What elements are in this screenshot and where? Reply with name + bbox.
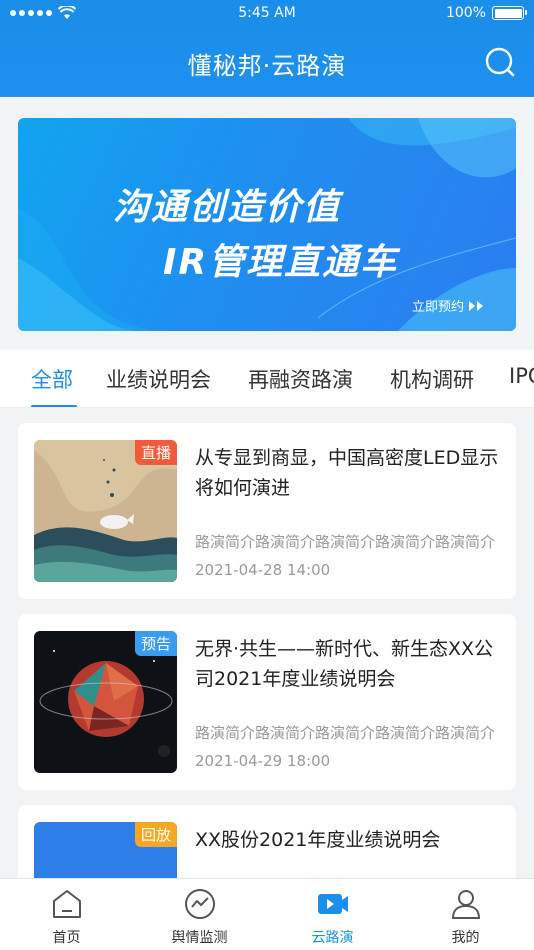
event-title: XX股份2021年度业绩说明会 (195, 829, 441, 851)
status-bar: 5:45 AM 100% (0, 0, 534, 28)
event-thumbnail: 直播 (34, 440, 177, 582)
promo-banner[interactable]: 沟通创造价值 IR管理直通车 立即预约 (18, 118, 516, 331)
event-title: 从专显到商显，中国高密度LED显示将如何演进 (195, 447, 499, 499)
page-title: 懂秘邦·云路演 (187, 52, 347, 80)
event-date: 2021-04-29 18:00 (195, 752, 331, 770)
event-description: 路演简介路演简介路演简介路演简介路演简介 (195, 724, 495, 742)
bottom-navigation: 首页 舆情监测 云路演 我的 (0, 878, 534, 950)
nav-label: 舆情监测 (171, 930, 228, 946)
status-badge: 预告 (134, 631, 177, 656)
event-description: 路演简介路演简介路演简介路演简介路演简介 (195, 533, 495, 551)
event-card[interactable]: 直播 从专显到商显，中国高密度LED显示将如何演进 路演简介路演简介路演简介路演… (18, 423, 516, 599)
banner-headline-1: 沟通创造价值 (113, 187, 342, 228)
battery-area: 100% (445, 5, 527, 21)
trend-icon (184, 889, 215, 919)
double-arrow-icon (469, 300, 483, 311)
event-date: 2021-04-28 14:00 (195, 561, 331, 579)
nav-label: 我的 (451, 930, 480, 946)
tab-earnings[interactable]: 业绩说明会 (106, 364, 211, 394)
event-thumbnail: 预告 (34, 631, 177, 773)
active-tab-indicator (31, 405, 77, 407)
home-icon (52, 890, 81, 918)
status-badge: 直播 (134, 440, 177, 465)
user-icon (451, 890, 480, 919)
event-card[interactable]: 预告 无界·共生——新时代、新生态XX公司2021年度业绩说明会 路演简介路演简… (18, 614, 516, 790)
status-badge: 回放 (134, 822, 177, 847)
battery-percent: 100% (445, 5, 486, 21)
search-icon[interactable] (484, 46, 516, 78)
banner-cta[interactable]: 立即预约 (412, 296, 484, 315)
tab-ipo[interactable]: IPO (509, 364, 534, 388)
banner-cta-label: 立即预约 (411, 300, 464, 315)
tab-refinancing[interactable]: 再融资路演 (248, 364, 353, 394)
nav-item-mine[interactable]: 我的 (399, 879, 532, 950)
banner-headline-2: IR管理直通车 (163, 242, 399, 283)
nav-label: 云路演 (311, 930, 354, 946)
nav-item-roadshow[interactable]: 云路演 (266, 879, 399, 950)
app-header: 5:45 AM 100% 懂秘邦·云路演 (0, 0, 534, 97)
video-icon (317, 894, 348, 914)
nav-item-home[interactable]: 首页 (0, 879, 133, 950)
tab-all[interactable]: 全部 (31, 364, 73, 394)
tab-institution-research[interactable]: 机构调研 (390, 364, 474, 394)
category-tabs: 全部 业绩说明会 再融资路演 机构调研 IPO (0, 350, 534, 408)
nav-item-sentiment[interactable]: 舆情监测 (133, 879, 266, 950)
battery-icon (492, 6, 527, 20)
nav-label: 首页 (52, 930, 81, 946)
event-title: 无界·共生——新时代、新生态XX公司2021年度业绩说明会 (195, 638, 494, 690)
